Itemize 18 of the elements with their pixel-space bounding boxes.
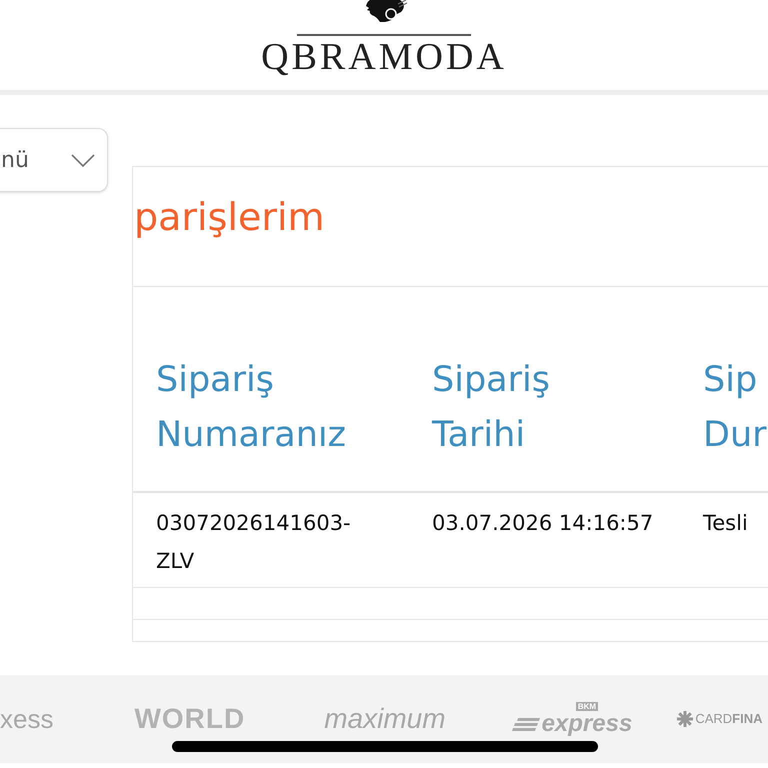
logo-badge: BKM (576, 702, 598, 710)
table-cell: Tesli (703, 511, 748, 535)
menu-dropdown[interactable]: nü (0, 128, 108, 192)
payment-logo: xess (0, 704, 54, 734)
payment-logo: CARDFINA (695, 711, 763, 727)
payment-logo: maximum (324, 704, 446, 734)
column-header: Sipariş Tarihi (432, 360, 550, 455)
brand-name: QBRAMODA (261, 37, 507, 77)
column-header: Sip Dur (703, 360, 767, 455)
chevron-down-icon (71, 154, 95, 166)
table-cell: 03072026141603-ZLV (156, 511, 351, 573)
speed-lines-icon (512, 718, 540, 732)
page-title: parişlerim (134, 195, 326, 240)
payment-logo: WORLD (134, 704, 246, 734)
asterisk-icon (677, 711, 694, 727)
column-header: Sipariş Numaranız (156, 360, 346, 455)
payment-logo: express (542, 710, 632, 736)
table-cell: 03.07.2026 14:16:57 (432, 511, 654, 535)
